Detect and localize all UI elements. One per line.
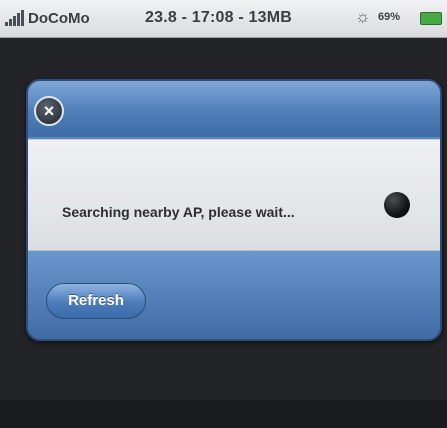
signal-icon bbox=[5, 10, 25, 26]
status-bar: DoCoMo 23.8 - 17:08 - 13MB ☼ 69% bbox=[0, 0, 447, 38]
ap-search-dialog: × Searching nearby AP, please wait... Re… bbox=[26, 79, 442, 341]
sync-icon: ☼ bbox=[355, 7, 371, 26]
dialog-header: × bbox=[28, 81, 440, 137]
spinner-icon bbox=[384, 192, 410, 218]
dialog-body: Searching nearby AP, please wait... bbox=[28, 139, 440, 251]
refresh-button[interactable]: Refresh bbox=[46, 283, 146, 319]
close-icon[interactable]: × bbox=[34, 96, 64, 126]
status-message: Searching nearby AP, please wait... bbox=[62, 204, 295, 220]
battery-percent: 69% bbox=[378, 11, 401, 23]
status-info: 23.8 - 17:08 - 13MB bbox=[145, 9, 292, 26]
battery-icon bbox=[420, 12, 442, 25]
bottom-band bbox=[0, 400, 447, 428]
carrier-name: DoCoMo bbox=[28, 10, 90, 27]
dialog-footer: Refresh bbox=[28, 251, 440, 339]
